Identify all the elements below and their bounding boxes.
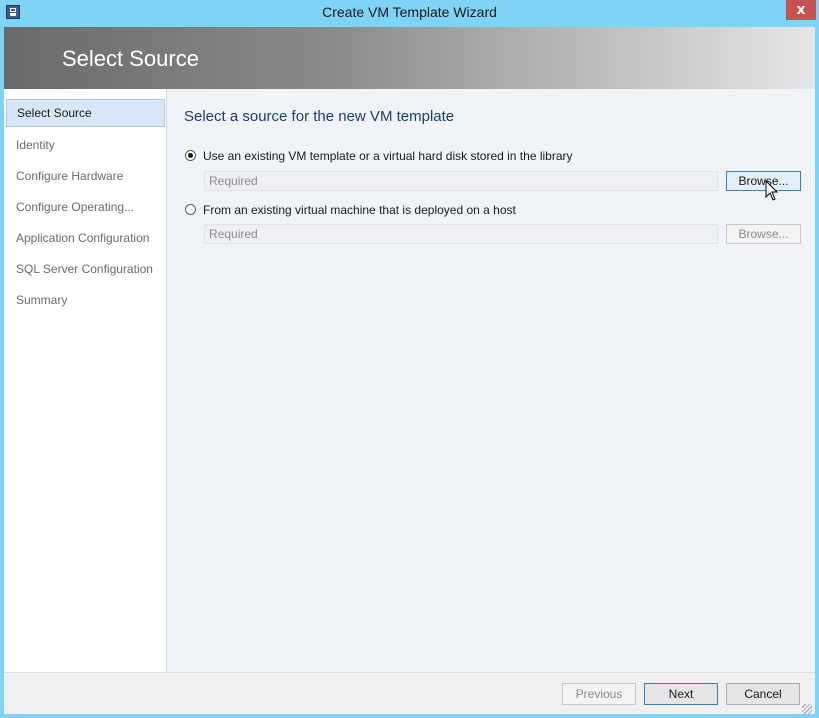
wizard-steps-sidebar: Select Source Identity Configure Hardwar… bbox=[4, 89, 167, 672]
wizard-client-area: Select Source Select Source Identity Con… bbox=[4, 27, 815, 714]
sidebar-item-configure-operating[interactable]: Configure Operating... bbox=[6, 193, 165, 221]
wizard-footer: Previous Next Cancel bbox=[4, 672, 815, 714]
browse-library-button[interactable]: Browse... bbox=[726, 171, 801, 191]
main-panel: Select a source for the new VM template … bbox=[167, 89, 815, 672]
radio-host-vm-source-label[interactable]: From an existing virtual machine that is… bbox=[203, 203, 516, 217]
window-title: Create VM Template Wizard bbox=[322, 4, 497, 20]
sidebar-item-summary[interactable]: Summary bbox=[6, 286, 165, 314]
cancel-button[interactable]: Cancel bbox=[726, 683, 800, 705]
next-button[interactable]: Next bbox=[644, 683, 718, 705]
radio-host-vm-source[interactable] bbox=[185, 204, 196, 215]
mouse-pointer-icon bbox=[765, 180, 779, 201]
sidebar-item-identity[interactable]: Identity bbox=[6, 131, 165, 159]
wizard-window: Create VM Template Wizard x Select Sourc… bbox=[0, 0, 819, 718]
radio-library-source[interactable] bbox=[185, 150, 196, 161]
sidebar-item-sql-server-configuration[interactable]: SQL Server Configuration bbox=[6, 255, 165, 283]
sidebar-item-application-configuration[interactable]: Application Configuration bbox=[6, 224, 165, 252]
resize-grip-icon[interactable] bbox=[802, 704, 812, 714]
library-source-field[interactable]: Required bbox=[204, 171, 718, 191]
host-vm-source-field[interactable]: Required bbox=[204, 224, 718, 244]
sidebar-item-select-source[interactable]: Select Source bbox=[6, 99, 165, 127]
sidebar-item-configure-hardware[interactable]: Configure Hardware bbox=[6, 162, 165, 190]
title-bar[interactable]: Create VM Template Wizard x bbox=[0, 0, 819, 27]
previous-button[interactable]: Previous bbox=[562, 683, 636, 705]
page-banner: Select Source bbox=[4, 27, 815, 89]
close-icon: x bbox=[796, 2, 806, 18]
page-title: Select Source bbox=[62, 46, 199, 71]
radio-library-source-label[interactable]: Use an existing VM template or a virtual… bbox=[203, 149, 573, 163]
browse-host-vm-button[interactable]: Browse... bbox=[726, 224, 801, 244]
close-button[interactable]: x bbox=[786, 0, 816, 20]
section-heading: Select a source for the new VM template bbox=[184, 108, 455, 125]
